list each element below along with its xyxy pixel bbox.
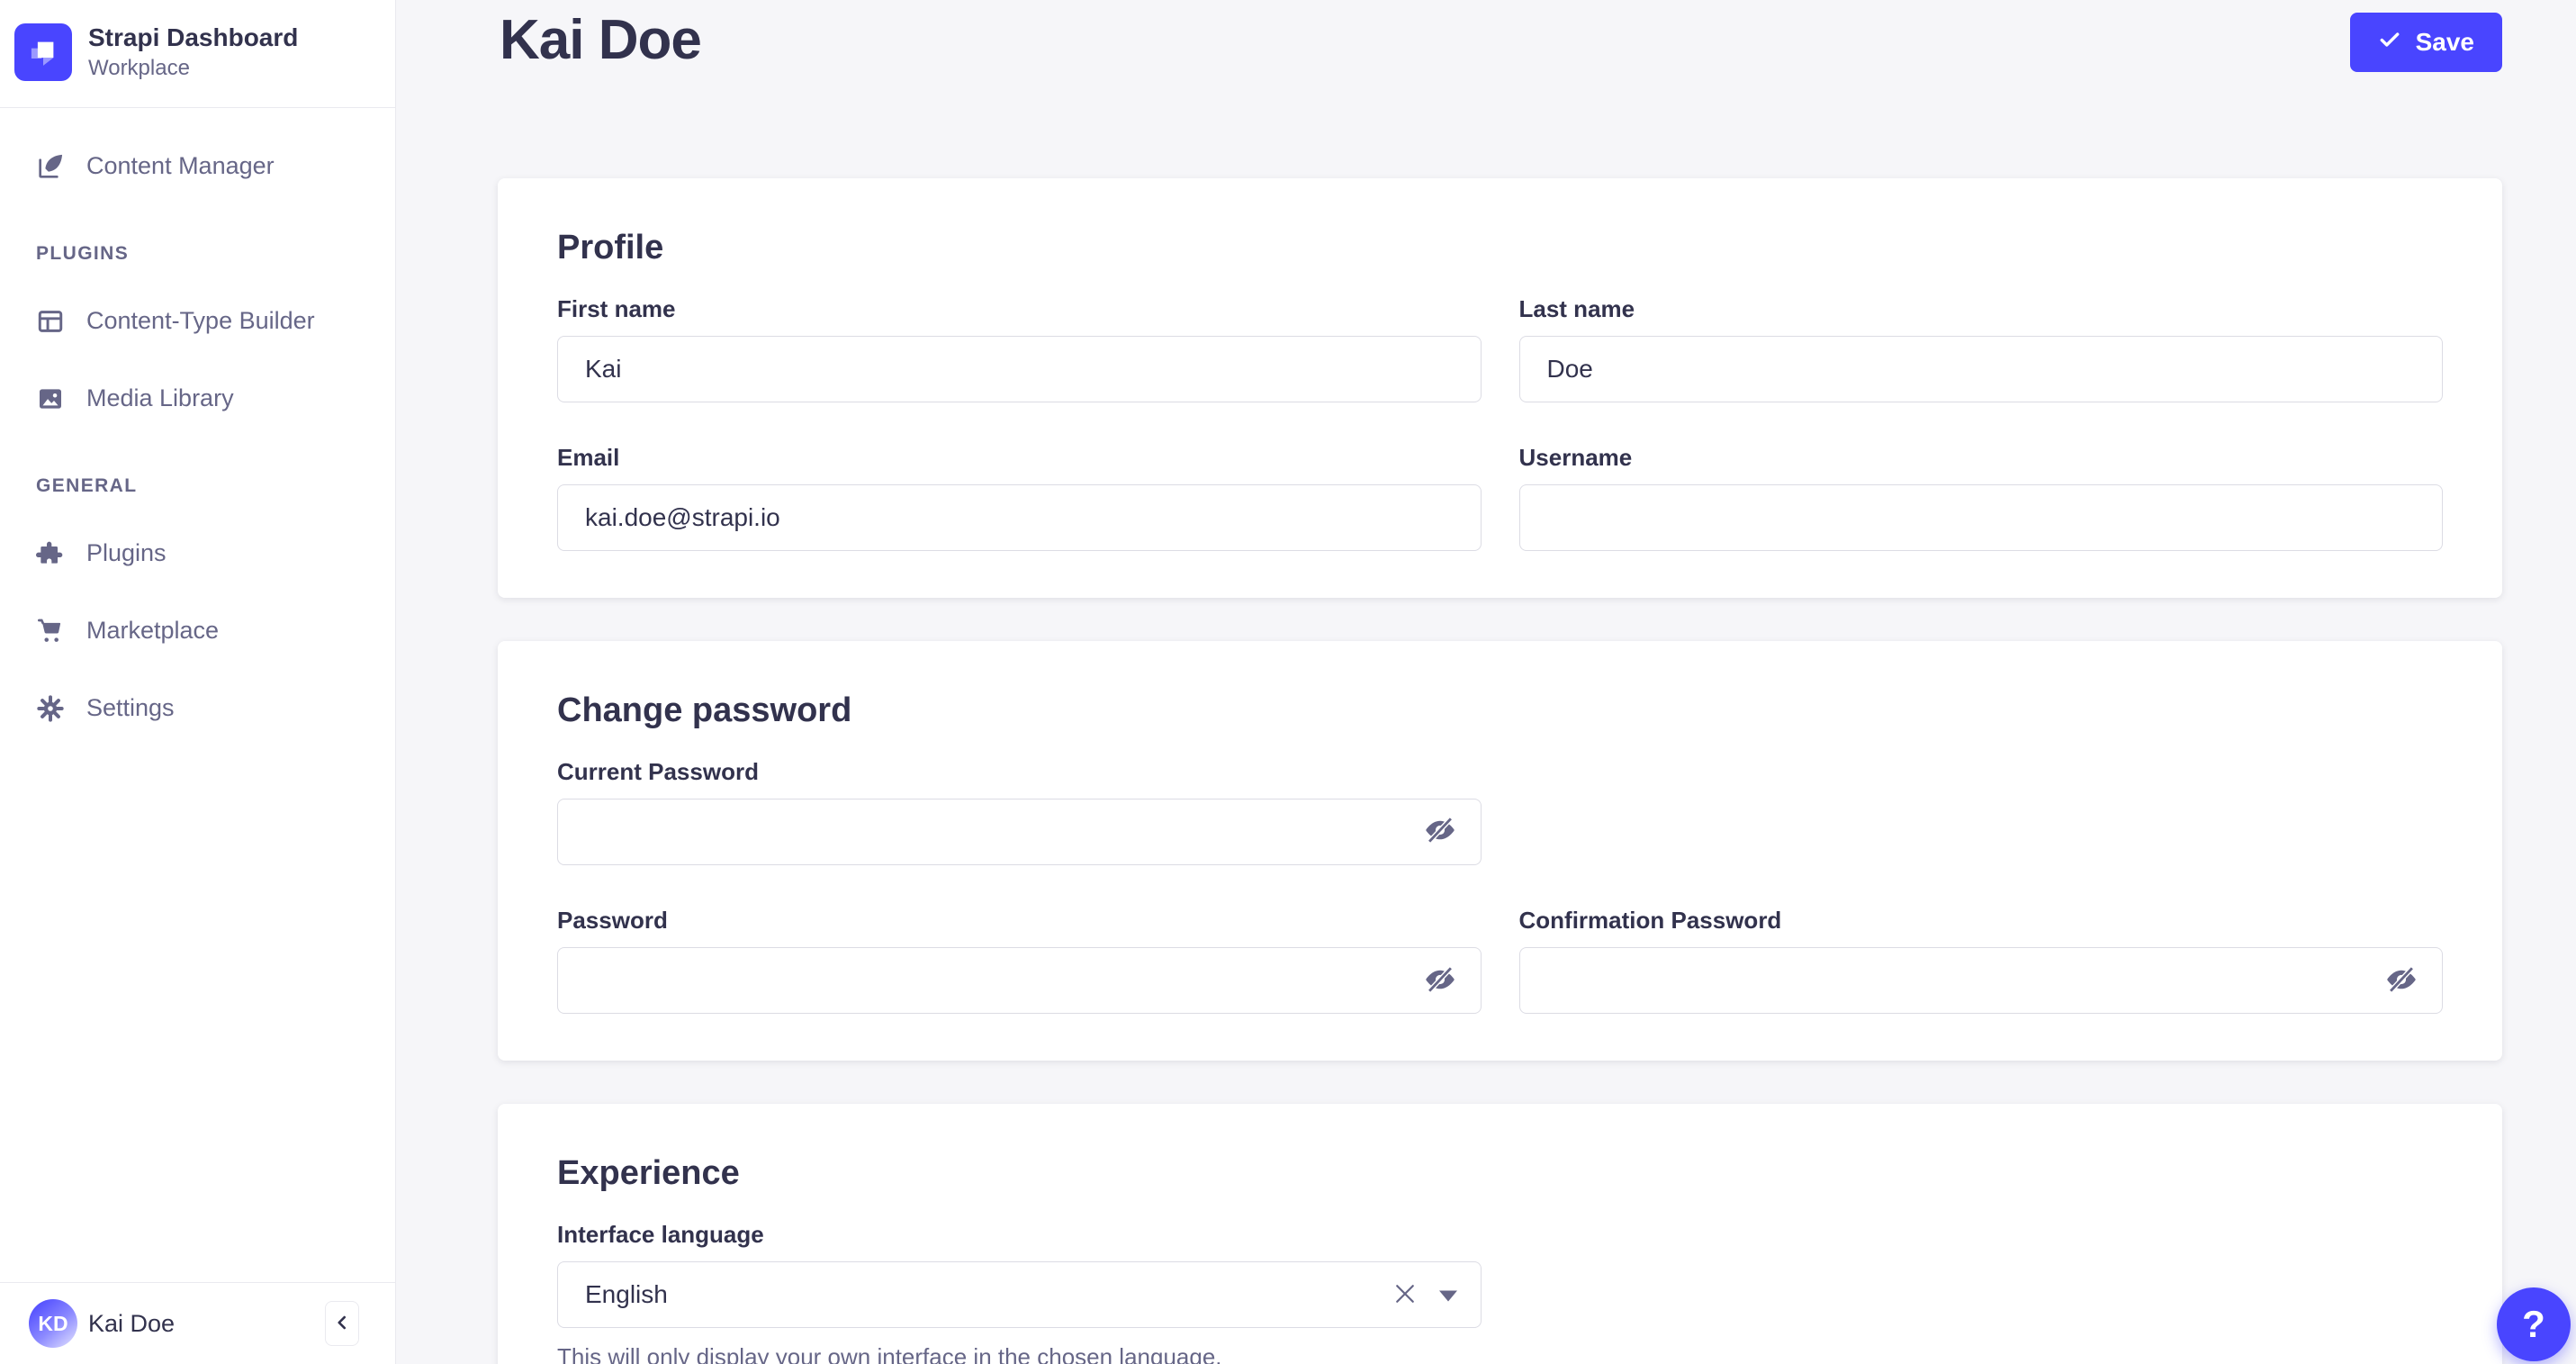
save-button-label: Save (2416, 28, 2474, 57)
sidebar: Strapi Dashboard Workplace Content Manag… (0, 0, 396, 1364)
experience-card-title: Experience (557, 1154, 2443, 1194)
eye-off-icon (1423, 962, 1457, 999)
toggle-new-password-visibility-button[interactable] (1420, 961, 1460, 1000)
username-label: Username (1519, 444, 2444, 472)
eye-off-icon (1423, 813, 1457, 850)
content-type-builder-icon (36, 307, 65, 336)
collapse-sidebar-button[interactable] (325, 1301, 359, 1346)
sidebar-item-content-type-builder[interactable]: Content-Type Builder (0, 295, 395, 348)
current-password-input[interactable] (557, 799, 1482, 865)
profile-card: Profile First name Last name Email Usern… (498, 178, 2502, 598)
selected-language-value: English (585, 1280, 668, 1309)
chevron-left-icon (330, 1311, 354, 1337)
first-name-input[interactable] (557, 336, 1482, 402)
workspace-subtitle: Workplace (88, 56, 298, 82)
profile-card-title: Profile (557, 229, 2443, 268)
sidebar-item-label: Marketplace (86, 617, 219, 645)
current-password-label: Current Password (557, 758, 1482, 786)
help-button[interactable]: ? (2497, 1287, 2571, 1361)
workspace-title: Strapi Dashboard (88, 23, 298, 52)
chevron-down-icon (1439, 1290, 1457, 1301)
interface-language-select[interactable]: English (557, 1261, 1482, 1328)
sidebar-item-label: Settings (86, 694, 175, 722)
toggle-current-password-visibility-button[interactable] (1420, 812, 1460, 852)
change-password-card: Change password Current Password (498, 641, 2502, 1061)
last-name-input[interactable] (1519, 336, 2444, 402)
user-menu[interactable]: KD Kai Doe (0, 1282, 395, 1364)
content-manager-icon (36, 152, 65, 181)
sidebar-item-content-manager[interactable]: Content Manager (0, 140, 395, 193)
sidebar-item-label: Plugins (86, 539, 167, 567)
close-icon (1392, 1280, 1419, 1310)
workspace-switcher[interactable]: Strapi Dashboard Workplace (0, 0, 395, 108)
username-input[interactable] (1519, 484, 2444, 551)
last-name-label: Last name (1519, 295, 2444, 323)
sidebar-section-general: GENERAL (0, 475, 395, 497)
interface-language-field: Interface language English This will onl… (557, 1221, 1482, 1364)
sidebar-item-label: Content Manager (86, 152, 275, 180)
question-mark-icon: ? (2522, 1303, 2545, 1346)
current-password-field: Current Password (557, 758, 1482, 865)
interface-language-label: Interface language (557, 1221, 1482, 1249)
experience-card: Experience Interface language English Th… (498, 1104, 2502, 1364)
page-header: Kai Doe Save (396, 0, 2576, 72)
email-field: Email (557, 444, 1482, 551)
new-password-label: Password (557, 907, 1482, 935)
avatar: KD (29, 1299, 77, 1348)
media-library-icon (36, 384, 65, 413)
toggle-confirmation-password-visibility-button[interactable] (2382, 961, 2421, 1000)
confirmation-password-field: Confirmation Password (1519, 907, 2444, 1014)
main-content: Kai Doe Save Profile First name Last nam… (396, 0, 2576, 1364)
check-icon (2378, 28, 2401, 58)
sidebar-item-media-library[interactable]: Media Library (0, 373, 395, 425)
confirmation-password-input[interactable] (1519, 947, 2444, 1014)
email-input[interactable] (557, 484, 1482, 551)
save-button[interactable]: Save (2350, 13, 2502, 72)
eye-off-icon (2384, 962, 2418, 999)
sidebar-item-label: Media Library (86, 384, 234, 412)
sidebar-item-plugins[interactable]: Plugins (0, 528, 395, 580)
username-field: Username (1519, 444, 2444, 551)
first-name-label: First name (557, 295, 1482, 323)
sidebar-item-marketplace[interactable]: Marketplace (0, 605, 395, 657)
sidebar-item-label: Content-Type Builder (86, 307, 315, 335)
user-name: Kai Doe (88, 1310, 314, 1338)
page-title: Kai Doe (500, 11, 701, 69)
plugins-icon (36, 539, 65, 568)
email-label: Email (557, 444, 1482, 472)
sidebar-nav: Content Manager PLUGINS Content-Type Bui… (0, 108, 395, 1282)
change-password-card-title: Change password (557, 691, 2443, 731)
last-name-field: Last name (1519, 295, 2444, 402)
form-content: Profile First name Last name Email Usern… (396, 178, 2576, 1364)
new-password-field: Password (557, 907, 1482, 1014)
sidebar-section-plugins: PLUGINS (0, 243, 395, 265)
marketplace-icon (36, 617, 65, 646)
new-password-input[interactable] (557, 947, 1482, 1014)
first-name-field: First name (557, 295, 1482, 402)
confirmation-password-label: Confirmation Password (1519, 907, 2444, 935)
gear-icon (36, 694, 65, 723)
clear-language-button[interactable] (1389, 1278, 1421, 1311)
sidebar-item-settings[interactable]: Settings (0, 682, 395, 735)
interface-language-hint: This will only display your own interfac… (557, 1342, 1482, 1364)
strapi-logo-icon (14, 23, 72, 81)
